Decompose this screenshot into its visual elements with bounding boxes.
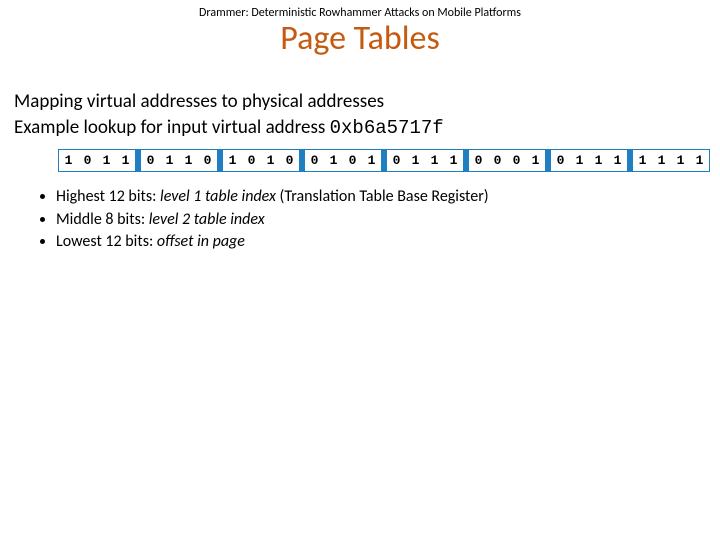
bit-cell: 1 [652,150,671,172]
bullet-list: Highest 12 bits: level 1 table index (Tr… [56,186,720,253]
bit-cell: 1 [526,150,546,172]
bullet-item: Highest 12 bits: level 1 table index (Tr… [56,186,720,208]
bit-cell: 1 [324,150,343,172]
intro-line-1: Mapping virtual addresses to physical ad… [14,89,706,115]
bit-cell: 1 [444,150,464,172]
bullet-pre: Highest 12 bits: [56,187,160,206]
bit-cell: 0 [343,150,362,172]
bit-cell: 0 [551,150,571,172]
bullet-emphasis: offset in page [157,232,245,251]
bit-cell: 1 [406,150,425,172]
bit-cell: 1 [160,150,179,172]
bit-cell: 1 [425,150,444,172]
bit-cell: 0 [488,150,507,172]
intro-line-2a: Example lookup for input virtual address [14,116,330,139]
bit-row: 10110110101001010111000101111111 [0,149,720,172]
bullet-pre: Middle 8 bits: [56,210,149,229]
bit-cell: 0 [507,150,526,172]
bit-cell: 0 [141,150,161,172]
bit-cell: 0 [387,150,407,172]
bit-cell: 1 [97,150,116,172]
bit-cell: 0 [280,150,300,172]
bit-cell: 1 [179,150,198,172]
bullet-emphasis: level 2 table index [149,210,265,229]
bullet-post: (Translation Table Base Register) [276,187,489,206]
bit-cell: 1 [116,150,136,172]
bit-cell: 1 [59,150,79,172]
bit-cell: 1 [261,150,280,172]
bit-cell: 1 [690,150,710,172]
bit-cell: 0 [469,150,489,172]
bit-cell: 0 [78,150,97,172]
bit-cell: 0 [305,150,325,172]
bullet-emphasis: level 1 table index [160,187,276,206]
bit-cell: 1 [570,150,589,172]
bit-cell: 1 [633,150,653,172]
bullet-pre: Lowest 12 bits: [56,232,157,251]
bit-cell: 1 [362,150,382,172]
virtual-address-hex: 0xb6a5717f [330,117,444,139]
bullet-item: Middle 8 bits: level 2 table index [56,209,720,231]
bit-cell: 0 [242,150,261,172]
bit-cell: 0 [198,150,218,172]
page-title: Page Tables [0,18,720,59]
bit-cell: 1 [223,150,243,172]
bit-cell: 1 [671,150,690,172]
bit-cell: 1 [608,150,628,172]
bit-cell: 1 [589,150,608,172]
intro-line-2: Example lookup for input virtual address… [14,115,706,142]
intro-block: Mapping virtual addresses to physical ad… [14,89,706,141]
bullet-item: Lowest 12 bits: offset in page [56,231,720,253]
